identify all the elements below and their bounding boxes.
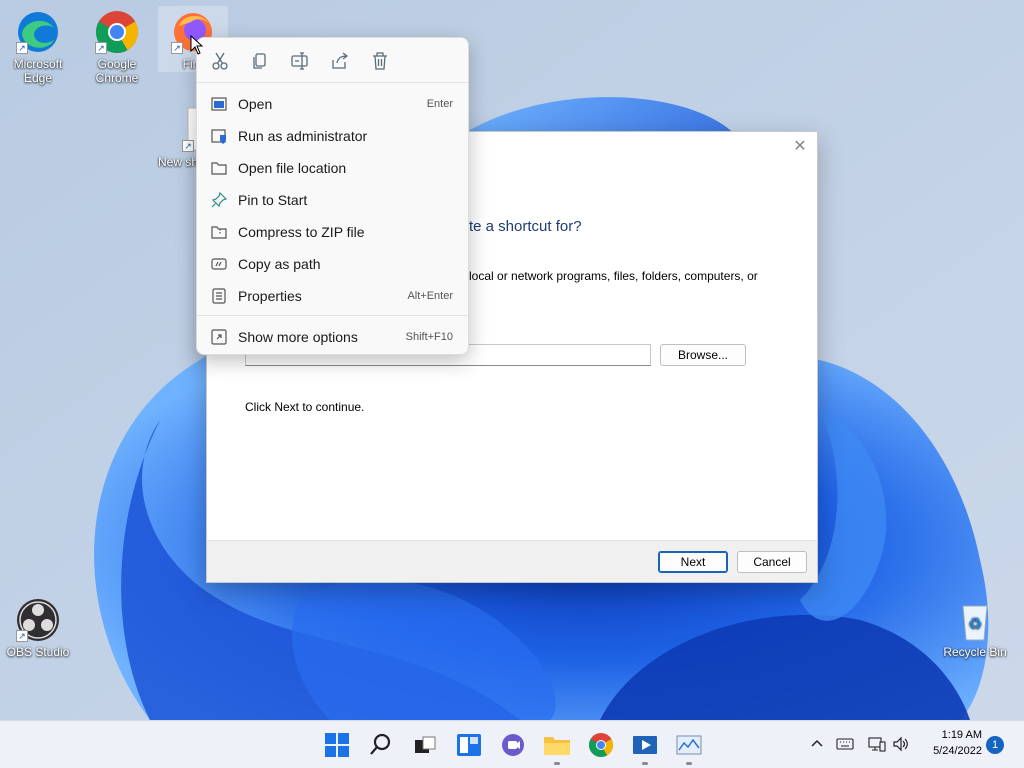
- shortcut-arrow-icon: ↗: [182, 140, 194, 152]
- menu-item-label: Pin to Start: [238, 192, 308, 208]
- clock-time: 1:19 AM: [941, 729, 982, 741]
- search-button[interactable]: [365, 729, 397, 761]
- resource-monitor-button[interactable]: [673, 729, 705, 765]
- task-view-button[interactable]: [409, 729, 441, 761]
- menu-item-properties[interactable]: Properties Alt+Enter: [197, 282, 468, 310]
- shortcut-arrow-icon: ↗: [16, 42, 28, 54]
- desktop-icon-obs[interactable]: ↗ OBS Studio: [3, 596, 73, 659]
- mouse-cursor-icon: [190, 35, 204, 55]
- more-options-icon: [211, 329, 227, 345]
- chat-button[interactable]: [497, 729, 529, 761]
- clock[interactable]: 1:19 AM 5/24/2022: [912, 727, 982, 759]
- properties-icon: [211, 288, 227, 304]
- path-icon: [211, 256, 227, 272]
- menu-item-shortcut: Alt+Enter: [407, 290, 453, 302]
- task-view-icon: [415, 736, 436, 753]
- chat-icon: [502, 734, 524, 756]
- menu-item-show-more-options[interactable]: Show more options Shift+F10: [197, 323, 468, 351]
- recycle-bin-icon: ♻: [951, 596, 999, 644]
- desktop-icon-label: OBS Studio: [6, 645, 70, 659]
- zip-icon: [211, 224, 227, 240]
- dialog-question: te a shortcut for?: [469, 218, 582, 235]
- folder-icon: [211, 160, 227, 176]
- share-icon[interactable]: [329, 50, 351, 72]
- desktop-icon-recycle-bin[interactable]: ♻ Recycle Bin: [940, 596, 1010, 659]
- widgets-button[interactable]: [453, 729, 485, 761]
- windows-logo-icon: [325, 733, 349, 757]
- shortcut-arrow-icon: ↗: [95, 42, 107, 54]
- widgets-icon: [457, 734, 481, 756]
- shortcut-arrow-icon: ↗: [16, 630, 28, 642]
- next-button[interactable]: Next: [658, 551, 728, 573]
- search-icon: [370, 733, 391, 755]
- shortcut-arrow-icon: ↗: [171, 42, 183, 54]
- desktop-icon-edge[interactable]: ↗ Microsoft Edge: [3, 8, 73, 85]
- menu-item-pin-to-start[interactable]: Pin to Start: [197, 186, 468, 214]
- desktop-icon-label: Microsoft: [13, 57, 63, 71]
- copy-icon[interactable]: [249, 50, 271, 72]
- menu-item-run-as-administrator[interactable]: Run as administrator: [197, 122, 468, 150]
- svg-text:♻: ♻: [968, 614, 982, 633]
- file-explorer-button[interactable]: [541, 729, 573, 765]
- context-menu-toolbar: [197, 48, 468, 74]
- menu-item-copy-as-path[interactable]: Copy as path: [197, 250, 468, 278]
- menu-item-label: Run as administrator: [238, 128, 368, 144]
- chevron-up-icon: [811, 739, 823, 747]
- menu-item-compress-to-zip[interactable]: Compress to ZIP file: [197, 218, 468, 246]
- running-indicator: [686, 762, 692, 765]
- menu-item-label: Compress to ZIP file: [238, 224, 365, 240]
- running-indicator: [642, 762, 648, 765]
- start-button[interactable]: [321, 729, 353, 761]
- chrome-taskbar-button[interactable]: [585, 729, 617, 761]
- menu-item-label: Copy as path: [238, 256, 321, 272]
- running-indicator: [554, 762, 560, 765]
- cut-icon[interactable]: [209, 50, 231, 72]
- chrome-icon: [588, 733, 614, 758]
- close-button[interactable]: ✕: [791, 138, 809, 156]
- network-button[interactable]: [868, 735, 886, 753]
- menu-separator: [197, 82, 468, 83]
- rename-icon[interactable]: [289, 50, 311, 72]
- volume-button[interactable]: [892, 735, 910, 753]
- taskbar: 1:19 AM 5/24/2022 1: [0, 720, 1024, 768]
- menu-item-label: Properties: [238, 288, 302, 304]
- menu-item-label: Open: [238, 96, 273, 112]
- context-menu: Open Enter Run as administrator Open fil…: [196, 37, 469, 355]
- edge-icon: ↗: [14, 8, 62, 56]
- cancel-button[interactable]: Cancel: [737, 551, 807, 573]
- keyboard-button[interactable]: [836, 735, 854, 753]
- continue-instruction: Click Next to continue.: [245, 400, 365, 414]
- media-player-button[interactable]: [629, 729, 661, 765]
- clock-date: 5/24/2022: [933, 745, 982, 757]
- volume-icon: [893, 736, 908, 752]
- browse-button[interactable]: Browse...: [660, 344, 746, 366]
- chrome-icon: ↗: [93, 8, 141, 56]
- keyboard-icon: [836, 738, 854, 750]
- desktop-icon-chrome[interactable]: ↗ Google Chrome: [82, 8, 152, 85]
- menu-item-shortcut: Shift+F10: [405, 331, 453, 343]
- dialog-footer: Next Cancel: [207, 540, 817, 582]
- network-icon: [868, 737, 886, 752]
- menu-item-label: Open file location: [238, 160, 347, 176]
- pin-icon: [211, 191, 228, 208]
- dialog-description: local or network programs, files, folder…: [469, 269, 758, 283]
- media-player-icon: [633, 736, 657, 754]
- file-explorer-icon: [544, 737, 570, 755]
- menu-item-label: Show more options: [238, 329, 358, 345]
- desktop-icon-label: Recycle Bin: [943, 645, 1007, 659]
- show-hidden-icons-button[interactable]: [808, 735, 826, 753]
- open-icon: [211, 96, 227, 112]
- desktop-icon-label: Chrome: [95, 71, 139, 85]
- obs-icon: ↗: [14, 596, 62, 644]
- delete-icon[interactable]: [369, 50, 391, 72]
- shield-icon: [211, 128, 227, 144]
- resource-monitor-icon: [676, 735, 702, 755]
- notification-badge[interactable]: 1: [986, 736, 1004, 754]
- desktop-icon-label: Google: [97, 57, 137, 71]
- desktop-icon-label: Edge: [23, 71, 53, 85]
- menu-item-open[interactable]: Open Enter: [197, 90, 468, 118]
- menu-item-open-file-location[interactable]: Open file location: [197, 154, 468, 182]
- menu-separator: [197, 315, 468, 316]
- menu-item-shortcut: Enter: [426, 98, 453, 110]
